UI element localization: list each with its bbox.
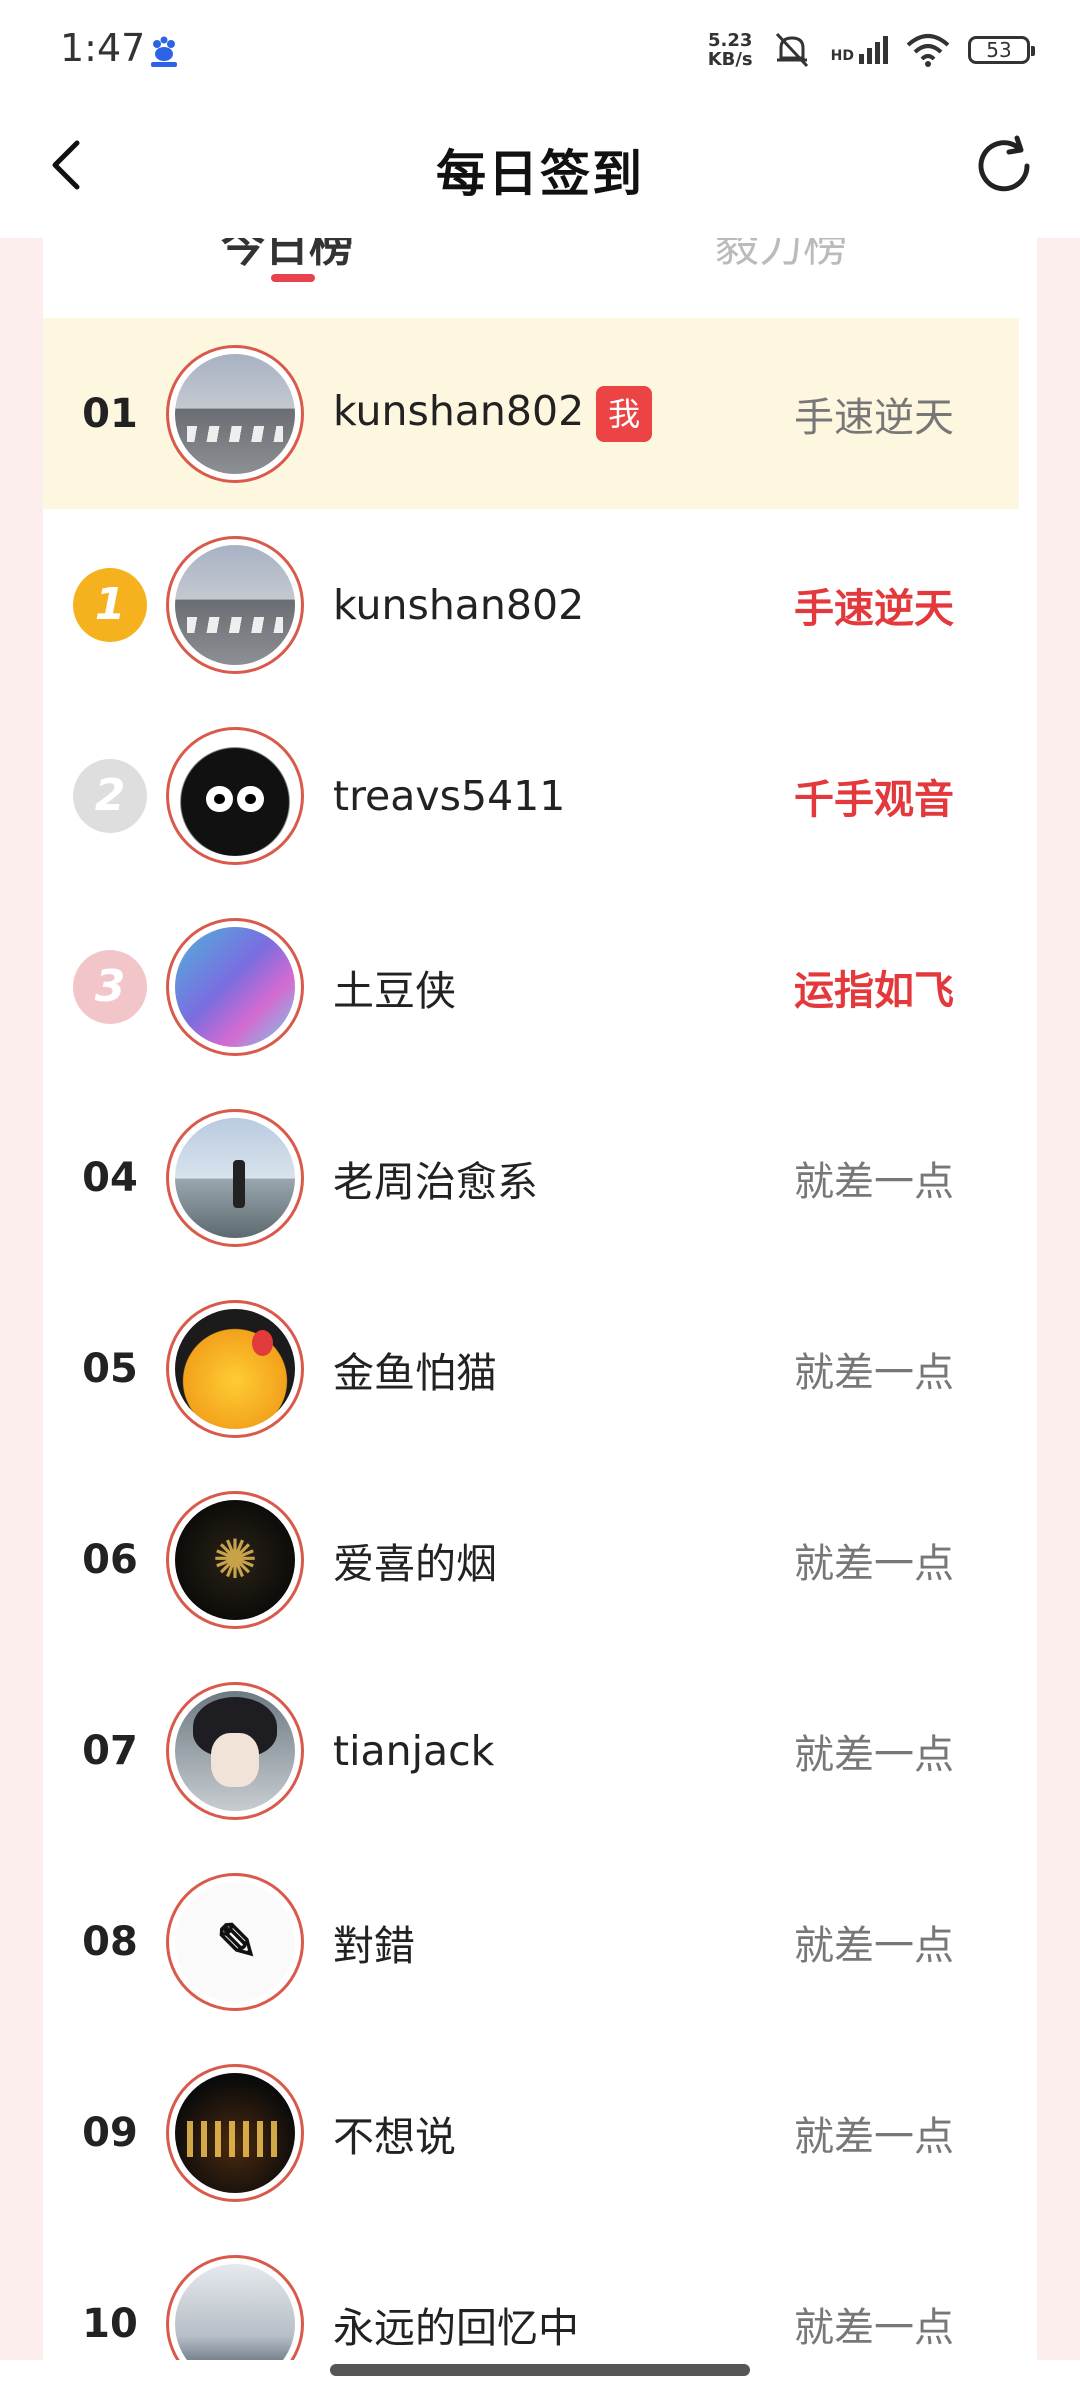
tab-today[interactable]: 今日榜	[221, 238, 353, 274]
title-tag: 运指如飞	[794, 967, 954, 1014]
status-icons: 5.23 KB/s HD 53	[707, 26, 1035, 74]
hd-label: HD	[830, 48, 854, 64]
avatar[interactable]	[166, 1681, 304, 1820]
rank-number: 01	[82, 390, 138, 437]
page-title: 每日签到	[436, 145, 644, 203]
rank-number: 05	[82, 1345, 138, 1392]
status-time: 1:47	[60, 26, 146, 70]
title-tag: 手速逆天	[794, 585, 954, 632]
avatar[interactable]	[166, 1299, 304, 1438]
username: 對錯	[333, 1921, 415, 1970]
title-tag: 就差一点	[794, 1922, 954, 1969]
list-item[interactable]: 05 金鱼怕猫 就差一点	[43, 1273, 1019, 1464]
gold-medal-icon: 1	[73, 567, 147, 642]
tab-persistence[interactable]: 毅力榜	[715, 238, 847, 274]
list-item-me[interactable]: 01 kunshan802 我 手速逆天	[43, 318, 1019, 509]
battery-icon: 53	[968, 36, 1035, 64]
list-item[interactable]: 07 tianjack 就差一点	[43, 1655, 1019, 1846]
rank-number: 09	[82, 2109, 138, 2156]
rank-number: 10	[82, 2300, 138, 2347]
title-tag: 就差一点	[794, 1731, 954, 1778]
title-tag: 就差一点	[794, 1158, 954, 1205]
username: treavs5411	[333, 771, 566, 820]
title-tag: 就差一点	[794, 1540, 954, 1587]
title-tag: 手速逆天	[794, 394, 954, 441]
leaderboard-card: 今日榜 毅力榜 01 kunshan802 我 手速逆天 1 kunshan802…	[43, 238, 1037, 2360]
title-tag: 就差一点	[794, 1349, 954, 1396]
baidu-paw-icon	[146, 33, 182, 69]
list-item[interactable]: 10 永远的回忆中 就差一点	[43, 2228, 1019, 2360]
silver-medal-icon: 2	[73, 758, 147, 833]
avatar[interactable]: ✺	[166, 1490, 304, 1629]
username: 永远的回忆中	[333, 2303, 579, 2352]
list-item[interactable]: 06 ✺ 爱喜的烟 就差一点	[43, 1464, 1019, 1655]
avatar[interactable]	[166, 2063, 304, 2202]
title-tag: 千手观音	[794, 776, 954, 823]
header: 每日签到	[0, 100, 1080, 238]
username: tianjack	[333, 1726, 495, 1775]
home-indicator[interactable]	[330, 2364, 750, 2376]
list-item[interactable]: 09 不想说 就差一点	[43, 2037, 1019, 2228]
list-item[interactable]: 3 土豆侠 运指如飞	[43, 891, 1019, 1082]
username: 老周治愈系	[333, 1157, 538, 1206]
tab-indicator	[271, 274, 315, 282]
avatar[interactable]	[166, 917, 304, 1056]
list-item[interactable]: 04 老周治愈系 就差一点	[43, 1082, 1019, 1273]
username: kunshan802 我	[333, 385, 653, 442]
list-item[interactable]: 08 ✎ 對錯 就差一点	[43, 1846, 1019, 2037]
avatar[interactable]	[166, 726, 304, 865]
title-tag: 就差一点	[794, 2304, 954, 2351]
username: 金鱼怕猫	[333, 1348, 497, 1397]
avatar[interactable]: ✎	[166, 1872, 304, 2011]
refresh-icon	[978, 135, 1030, 192]
avatar[interactable]	[166, 535, 304, 674]
cell-signal-icon: HD	[831, 36, 888, 64]
avatar[interactable]	[166, 2254, 304, 2360]
wifi-icon	[906, 34, 950, 67]
username: 土豆侠	[333, 966, 456, 1015]
username: kunshan802	[333, 580, 585, 629]
list-item[interactable]: 1 kunshan802 手速逆天	[43, 509, 1019, 700]
me-badge: 我	[596, 385, 653, 442]
tab-bar: 今日榜 毅力榜	[43, 238, 1037, 318]
rank-number: 04	[82, 1154, 138, 1201]
title-tag: 就差一点	[794, 2113, 954, 2160]
net-speed: 5.23 KB/s	[707, 30, 753, 70]
rank-number: 08	[82, 1918, 138, 1965]
avatar[interactable]	[166, 344, 304, 483]
rank-number: 07	[82, 1727, 138, 1774]
avatar[interactable]	[166, 1108, 304, 1247]
status-bar: 1:47 5.23 KB/s HD 53	[0, 0, 1080, 100]
rank-number: 06	[82, 1536, 138, 1583]
mute-bell-icon	[775, 32, 808, 68]
list-item[interactable]: 2 treavs5411 千手观音	[43, 700, 1019, 891]
username: 不想说	[333, 2112, 456, 2161]
bronze-medal-icon: 3	[73, 949, 147, 1024]
refresh-button[interactable]	[966, 128, 1042, 204]
username: 爱喜的烟	[333, 1539, 497, 1588]
